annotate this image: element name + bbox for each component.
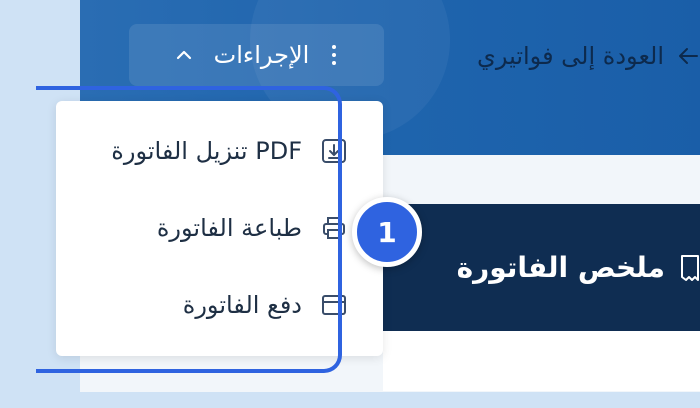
kebab-vertical-icon (331, 44, 337, 66)
back-link-label: العودة إلى فواتيري (477, 42, 664, 70)
chevron-up-icon (176, 49, 192, 61)
menu-item-label: دفع الفاتورة (182, 291, 302, 319)
invoice-summary-title: ملخص الفاتورة (456, 251, 665, 284)
menu-item-print-invoice[interactable]: طباعة الفاتورة (157, 208, 348, 248)
menu-item-download-pdf[interactable]: تنزيل الفاتورة PDF (111, 131, 348, 171)
actions-dropdown-menu: تنزيل الفاتورة PDF طباعة الفاتورة دفع ال… (56, 101, 383, 356)
menu-item-label: تنزيل الفاتورة PDF (111, 137, 302, 165)
summary-content-area (383, 331, 700, 391)
credit-card-icon (320, 292, 348, 318)
download-file-icon (320, 138, 348, 164)
actions-menu-button[interactable]: الإجراءات (129, 24, 384, 86)
receipt-icon (679, 254, 700, 282)
printer-icon (320, 215, 348, 241)
step-number-badge: 1 (352, 197, 422, 267)
step-number: 1 (377, 215, 397, 249)
actions-label: الإجراءات (213, 41, 310, 69)
invoice-summary-header: ملخص الفاتورة (383, 204, 700, 331)
back-to-invoices-link[interactable]: العودة إلى فواتيري (410, 36, 700, 76)
arrow-left-icon (678, 47, 698, 65)
menu-item-pay-invoice[interactable]: دفع الفاتورة (183, 285, 348, 325)
menu-item-label: طباعة الفاتورة (156, 214, 302, 242)
